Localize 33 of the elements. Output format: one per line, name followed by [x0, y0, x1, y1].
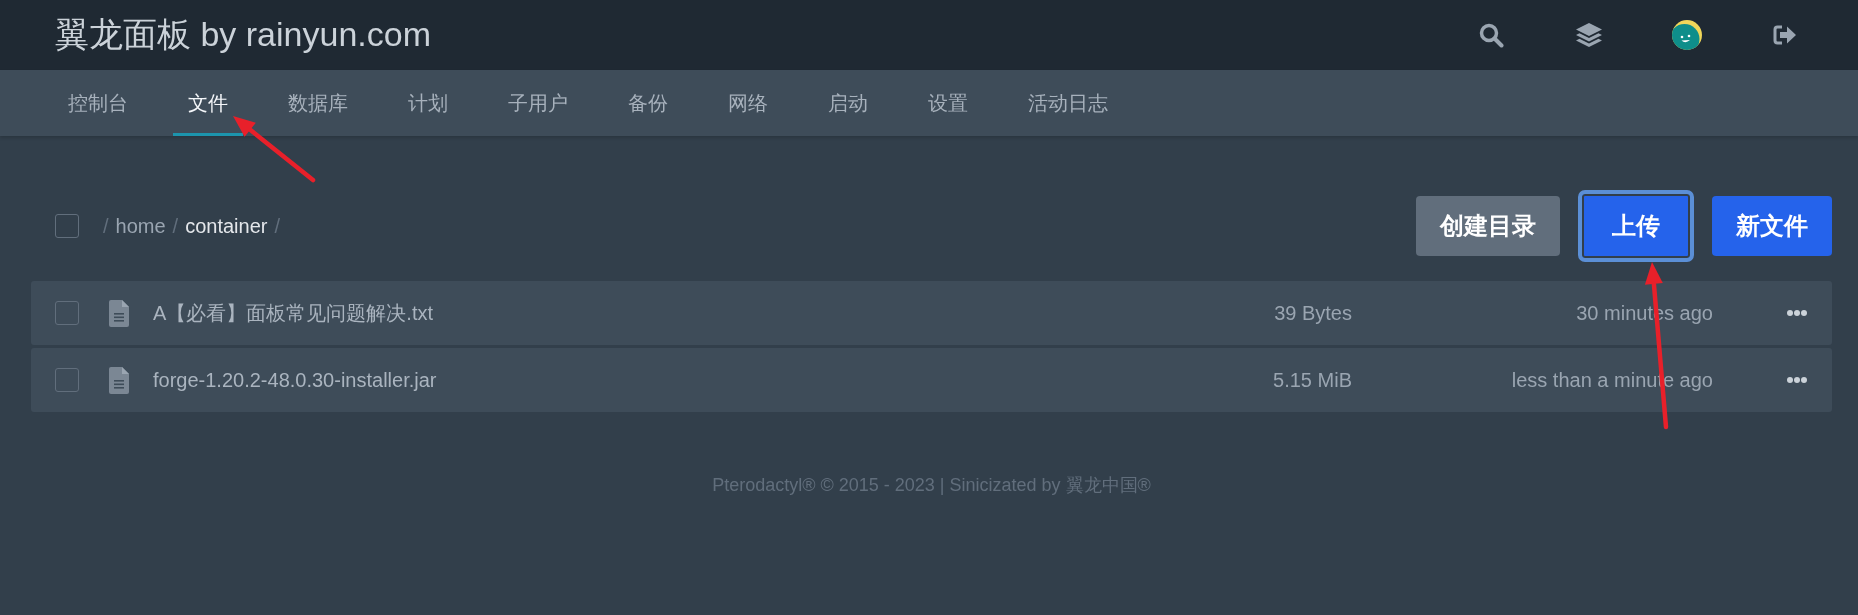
logout-icon[interactable] [1773, 25, 1797, 45]
nav-tab[interactable]: 计划 [393, 70, 463, 136]
nav-tab[interactable]: 设置 [913, 70, 983, 136]
breadcrumb-separator: / [274, 214, 280, 239]
file-icon [109, 366, 129, 394]
more-options-icon[interactable] [1787, 310, 1807, 316]
avatar-icon[interactable] [1672, 20, 1702, 50]
row-checkbox[interactable] [55, 301, 79, 325]
nav-tab[interactable]: 启动 [813, 70, 883, 136]
file-size: 5.15 MiB [1273, 369, 1352, 391]
layers-icon[interactable] [1576, 23, 1602, 47]
nav-tab[interactable]: 备份 [613, 70, 683, 136]
site-title[interactable]: 翼龙面板 by rainyun.com [55, 16, 431, 54]
breadcrumb-separator: / [103, 214, 109, 239]
file-name[interactable]: A【必看】面板常见问题解决.txt [153, 302, 433, 324]
select-all-checkbox[interactable] [55, 214, 79, 238]
file-name[interactable]: forge-1.20.2-48.0.30-installer.jar [153, 369, 437, 391]
search-icon[interactable] [1478, 22, 1504, 48]
breadcrumb-separator: / [172, 214, 179, 239]
row-checkbox[interactable] [55, 368, 79, 392]
breadcrumb-link[interactable]: home [115, 211, 166, 241]
nav-tab[interactable]: 网络 [713, 70, 783, 136]
breadcrumb-current: container [185, 214, 268, 239]
nav-tab[interactable]: 控制台 [53, 70, 143, 136]
more-options-icon[interactable] [1787, 377, 1807, 383]
nav-tab[interactable]: 活动日志 [1013, 70, 1123, 136]
new-file-button[interactable]: 新文件 [1712, 196, 1832, 256]
file-size: 39 Bytes [1274, 302, 1352, 324]
upload-button[interactable]: 上传 [1578, 190, 1694, 262]
nav-tab[interactable]: 数据库 [273, 70, 363, 136]
create-directory-button[interactable]: 创建目录 [1416, 196, 1560, 256]
file-icon [109, 299, 129, 327]
nav-tab[interactable]: 子用户 [493, 70, 583, 136]
